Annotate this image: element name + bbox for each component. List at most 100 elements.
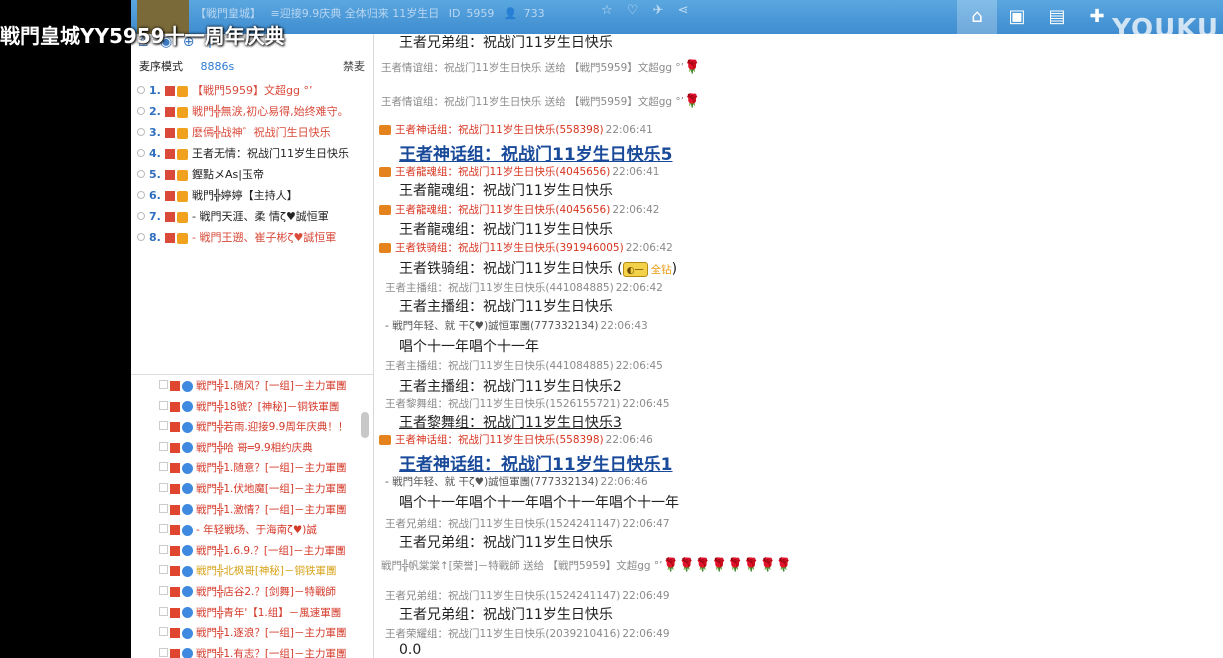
message-text: 王者铁骑组：祝战门11岁生日快乐	[399, 261, 613, 277]
mic-queue-item[interactable]: 7. - 戦門天涯、柔 情ζ♥誠恒軍	[131, 208, 373, 229]
crown-icon	[177, 190, 188, 202]
timestamp: 22:06:41	[605, 124, 653, 136]
member-name: 戦門╬1.有志？[一组]－主力軍團	[196, 647, 347, 658]
member-checkbox[interactable]	[159, 647, 168, 657]
user-count: 733	[523, 7, 545, 20]
role-icon	[182, 627, 193, 639]
chat-message-text: 王者神话组：祝战门11岁生日快乐5	[399, 140, 673, 165]
vip-badge-icon	[165, 212, 175, 222]
mic-queue-item[interactable]: 1. 【戦門5959】文超gg °ʼ	[131, 82, 373, 103]
message-text: 王者神话组：祝战门11岁生日快乐1	[399, 455, 673, 475]
member-checkbox[interactable]	[159, 565, 168, 575]
mute-mic-button[interactable]: 禁麦	[343, 58, 365, 74]
member-name: 戦門╬店谷2.？[剑舞]－特戰師	[196, 585, 337, 598]
user-icon: 👤	[503, 7, 518, 20]
share-icon[interactable]: ⋖	[678, 3, 689, 18]
vip-badge-icon	[165, 191, 175, 201]
member-item[interactable]: 戦門╬北枫哥[神秘]－铜铁軍團	[131, 563, 373, 584]
heart-icon[interactable]: ♡	[627, 3, 639, 18]
profile-button[interactable]: ▣	[997, 0, 1037, 34]
member-list-scrollbar[interactable]	[361, 412, 369, 438]
crown-icon	[177, 127, 188, 139]
member-item[interactable]: 戦門╬1.有志？[一组]－主力軍團	[131, 646, 373, 658]
member-name: 戦門╬北枫哥[神秘]－铜铁軍團	[196, 565, 337, 578]
status-dot	[137, 107, 145, 115]
member-checkbox[interactable]	[159, 421, 168, 431]
vip-badge-icon	[170, 381, 180, 391]
mic-queue-item[interactable]: 6. 戦門╬婷婷【主持人】	[131, 187, 373, 208]
member-checkbox[interactable]	[159, 606, 168, 616]
member-checkbox[interactable]	[159, 585, 168, 595]
mic-timer: 8886s	[200, 60, 235, 73]
chat-message-text: 王者龍魂组：祝战门11岁生日快乐	[399, 219, 613, 239]
queue-user-name: 戦門╬婷婷【主持人】	[192, 189, 298, 202]
gift-notice-text: 王者情谊组：祝战门11岁生日快乐 送给 【戦門5959】文超gg °ʼ	[381, 96, 685, 108]
rose-gift-icon: 🌹	[684, 60, 701, 75]
plane-icon[interactable]: ✈	[653, 3, 664, 18]
message-text: 0.0	[399, 642, 422, 658]
role-icon	[182, 462, 193, 474]
mic-queue-item[interactable]: 3. 麽傿╬战神゛祝战门生日快乐	[131, 124, 373, 145]
chat-message-header: 王者黎舞组：祝战门11岁生日快乐(1526155721) 22:06:45	[385, 396, 670, 411]
queue-user-name: 麽傿╬战神゛祝战门生日快乐	[192, 126, 331, 139]
member-checkbox[interactable]	[159, 400, 168, 410]
member-item[interactable]: 戦門╬1.伏地魔[一组]－主力軍團	[131, 481, 373, 502]
member-checkbox[interactable]	[159, 462, 168, 472]
member-item[interactable]: 戦門╬1.随风？[一组]－主力軍團	[131, 378, 373, 399]
chat-message-header: 王者神话组：祝战门11岁生日快乐(558398) 22:06:41	[379, 122, 653, 137]
gift-label: 全钻	[650, 264, 672, 276]
mic-queue-item[interactable]: 2. 戦門╬無涙,初心易得,始终难守。	[131, 103, 373, 124]
vip-badge-icon	[170, 586, 180, 597]
chat-message-text: 王者兄弟组：祝战门11岁生日快乐	[399, 532, 613, 552]
member-name: 戦門╬1.6.9.？[一组]－主力軍團	[196, 544, 346, 557]
timestamp: 22:06:45	[615, 360, 663, 372]
timestamp: 22:06:49	[622, 628, 670, 640]
vip-badge-icon	[165, 128, 175, 138]
timestamp: 22:06:46	[605, 434, 653, 446]
member-checkbox[interactable]	[159, 482, 168, 492]
member-item[interactable]: 戦門╬哈 哥═9.9相约庆典	[131, 440, 373, 461]
member-item[interactable]: 戦門╬店谷2.？[剑舞]－特戰師	[131, 584, 373, 605]
member-item[interactable]: 戦門╬1.逐浪？[一组]－主力軍團	[131, 625, 373, 646]
member-checkbox[interactable]	[159, 627, 168, 637]
member-checkbox[interactable]	[159, 503, 168, 513]
mic-queue-item[interactable]: 4. 王者无情：祝战门11岁生日快乐	[131, 145, 373, 166]
member-checkbox[interactable]	[159, 524, 168, 534]
member-item[interactable]: 戦門╬1.6.9.？[一组]－主力軍團	[131, 543, 373, 564]
sender-line: 王者兄弟组：祝战门11岁生日快乐(1524241147)	[385, 518, 621, 530]
vip-badge-icon	[170, 525, 180, 536]
vip-badge-icon	[165, 233, 175, 243]
role-icon	[182, 380, 193, 392]
member-item[interactable]: 戦門╬1.随意？[一组]－主力軍團	[131, 460, 373, 481]
member-checkbox[interactable]	[159, 441, 168, 451]
chat-message-header: 王者兄弟组：祝战门11岁生日快乐(1524241147) 22:06:49	[385, 588, 670, 603]
member-item[interactable]: 戦門╬18號？[神秘]－铜铁軍團	[131, 399, 373, 420]
star-icon[interactable]: ☆	[601, 3, 613, 18]
game-button[interactable]: ✚	[1077, 0, 1117, 34]
list-button[interactable]: ▤	[1037, 0, 1077, 34]
mic-mode-label: 麦序模式	[139, 60, 183, 73]
message-text: 唱个十一年唱个十一年	[399, 339, 539, 355]
message-text: 王者主播组：祝战门11岁生日快乐	[399, 299, 613, 315]
mic-queue-item[interactable]: 5. 鏗點メAs|玉帝	[131, 166, 373, 187]
crown-icon	[177, 148, 188, 160]
chat-message-header: 王者兄弟组：祝战门11岁生日快乐(1524241147) 22:06:47	[385, 516, 670, 531]
sender-line: 王者主播组：祝战门11岁生日快乐(441084885)	[385, 360, 614, 372]
mic-queue-item[interactable]: 8. - 戦門王遡、崔子彬ζ♥誠恒軍	[131, 229, 373, 250]
member-item[interactable]: - 年轻戦场、于海南ζ♥)誠	[131, 522, 373, 543]
member-checkbox[interactable]	[159, 380, 168, 389]
queue-number: 3.	[149, 126, 161, 139]
member-item[interactable]: 戦門╬若雨.迎接9.9周年庆典！！	[131, 419, 373, 440]
crown-icon	[177, 85, 188, 97]
queue-user-name: - 戦門王遡、崔子彬ζ♥誠恒軍	[192, 231, 337, 244]
chat-message-text: 王者铁骑组：祝战门11岁生日快乐 (◐一 全钻)	[399, 261, 678, 277]
member-item[interactable]: 戦門╬1.激情？[一组]－主力軍團	[131, 502, 373, 523]
home-button[interactable]: ⌂	[957, 0, 997, 34]
crown-icon	[177, 211, 188, 223]
gift-icon: ◐一	[622, 262, 648, 277]
member-checkbox[interactable]	[159, 544, 168, 554]
queue-user-name: 鏗點メAs|玉帝	[192, 168, 264, 181]
sender-line: - 戦門年轻、就 干ζ♥)誠恒軍團(777332134)	[385, 476, 599, 488]
status-dot	[137, 212, 145, 220]
member-item[interactable]: 戦門╬青年'【1.组】－風速軍團	[131, 605, 373, 626]
